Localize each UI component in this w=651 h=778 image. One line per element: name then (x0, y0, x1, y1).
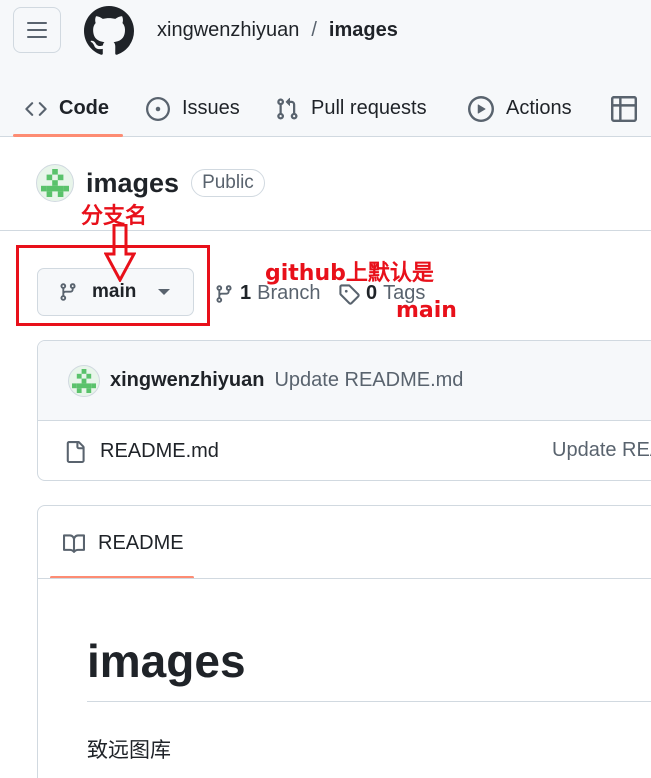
code-icon (25, 101, 47, 116)
divider (0, 230, 651, 231)
breadcrumb-separator: / (311, 19, 317, 41)
file-commit-message-link[interactable]: Update README.md (552, 439, 651, 462)
owner-avatar[interactable] (36, 164, 74, 202)
tab-readme[interactable]: README (62, 532, 184, 555)
tab-actions-label: Actions (506, 97, 572, 119)
branch-count: 1 (240, 282, 252, 304)
breadcrumb: xingwenzhiyuan / images (157, 19, 398, 42)
tab-issues[interactable]: Issues (146, 80, 240, 137)
tab-readme-label: README (98, 532, 184, 554)
tab-pull-requests[interactable]: Pull requests (275, 80, 427, 137)
github-logo-icon[interactable] (84, 6, 134, 56)
tab-projects[interactable] (611, 80, 637, 137)
commit-author-avatar[interactable] (68, 364, 100, 397)
issue-icon (146, 96, 170, 121)
git-branch-icon (216, 284, 232, 303)
tab-code-label: Code (59, 97, 109, 119)
book-icon (63, 533, 86, 553)
repo-name[interactable]: images (86, 168, 179, 199)
active-tab-indicator (13, 134, 123, 137)
file-icon (66, 440, 85, 463)
heading-rule (87, 701, 651, 702)
tab-actions[interactable]: Actions (468, 80, 572, 137)
tab-pull-requests-label: Pull requests (311, 97, 427, 119)
tab-code[interactable]: Code (25, 80, 109, 137)
commit-message-link[interactable]: Update README.md (274, 369, 463, 392)
repo-tabs: Code Issues Pull requests Actions (0, 80, 651, 137)
tab-issues-label: Issues (182, 97, 240, 119)
annotation-default-line1: github上默认是 (265, 261, 434, 286)
pull-request-icon (277, 97, 298, 120)
file-name-link[interactable]: README.md (100, 440, 219, 463)
visibility-badge: Public (191, 169, 265, 197)
repo-title: images Public (36, 164, 265, 202)
table-icon (611, 95, 637, 122)
breadcrumb-repo-link[interactable]: images (329, 19, 398, 42)
play-icon (468, 95, 494, 122)
menu-button[interactable] (13, 7, 61, 53)
annotation-default-line2: main (396, 298, 457, 323)
identicon-icon (41, 169, 69, 197)
file-browser: xingwenzhiyuan Update README.md README.m… (37, 340, 651, 481)
file-row[interactable]: README.md Update README.md (38, 422, 651, 480)
latest-commit-row: xingwenzhiyuan Update README.md (38, 341, 651, 421)
breadcrumb-owner-link[interactable]: xingwenzhiyuan (157, 19, 299, 42)
identicon-icon (72, 368, 96, 393)
divider (38, 578, 651, 579)
annotation-arrow-icon (104, 224, 136, 282)
readme-heading: images (87, 635, 246, 687)
hamburger-icon (27, 22, 47, 38)
commit-author-link[interactable]: xingwenzhiyuan (110, 369, 264, 392)
readme-panel: README images 致远图库 (37, 505, 651, 778)
repo-header: xingwenzhiyuan / images Code Issues Pull… (0, 0, 651, 137)
readme-paragraph: 致远图库 (87, 738, 171, 762)
